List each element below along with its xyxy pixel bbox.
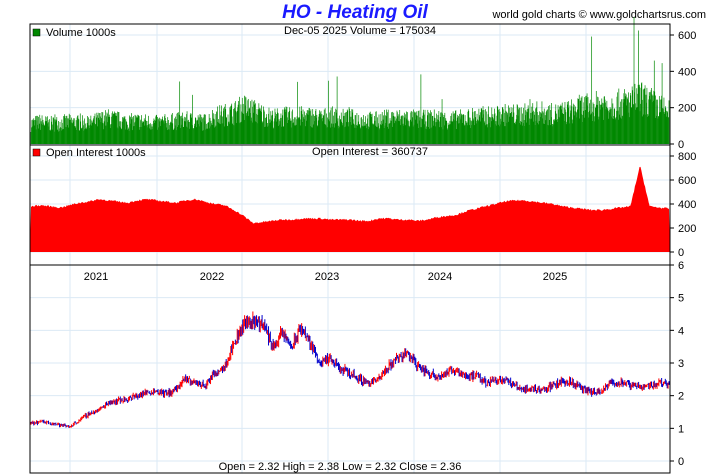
chart-svg: Volume 1000s Dec-05 2025 Volume = 175034… bbox=[29, 17, 696, 474]
y-tick-label: 0 bbox=[678, 456, 684, 468]
volume-legend-swatch bbox=[32, 28, 41, 37]
x-tick-label: 2021 bbox=[84, 271, 108, 283]
y-tick-label: 0 bbox=[678, 247, 684, 259]
oi-readout: Open Interest = 360737 bbox=[312, 146, 428, 158]
y-tick-label: 400 bbox=[678, 66, 696, 78]
x-tick-label: 2025 bbox=[543, 271, 567, 283]
y-tick-label: 3 bbox=[678, 358, 684, 370]
volume-legend: Volume 1000s bbox=[46, 27, 116, 39]
y-tick-label: 6 bbox=[678, 260, 684, 272]
y-tick-label: 600 bbox=[678, 30, 696, 42]
y-tick-label: 200 bbox=[678, 103, 696, 115]
y-tick-label: 4 bbox=[678, 325, 684, 337]
y-tick-label: 600 bbox=[678, 175, 696, 187]
oi-legend-swatch bbox=[32, 148, 41, 157]
y-tick-label: 0 bbox=[678, 139, 684, 151]
y-tick-label: 5 bbox=[678, 293, 684, 305]
x-tick-label: 2024 bbox=[428, 271, 452, 283]
oi-legend: Open Interest 1000s bbox=[46, 147, 146, 159]
volume-readout: Dec-05 2025 Volume = 175034 bbox=[284, 25, 436, 37]
price-readout: Open = 2.32 High = 2.38 Low = 2.32 Close… bbox=[219, 461, 462, 473]
x-tick-label: 2022 bbox=[200, 271, 224, 283]
y-tick-label: 400 bbox=[678, 199, 696, 211]
y-tick-label: 1 bbox=[678, 423, 684, 435]
y-tick-label: 200 bbox=[678, 223, 696, 235]
y-tick-label: 800 bbox=[678, 151, 696, 163]
y-tick-label: 2 bbox=[678, 391, 684, 403]
x-tick-label: 2023 bbox=[315, 271, 339, 283]
